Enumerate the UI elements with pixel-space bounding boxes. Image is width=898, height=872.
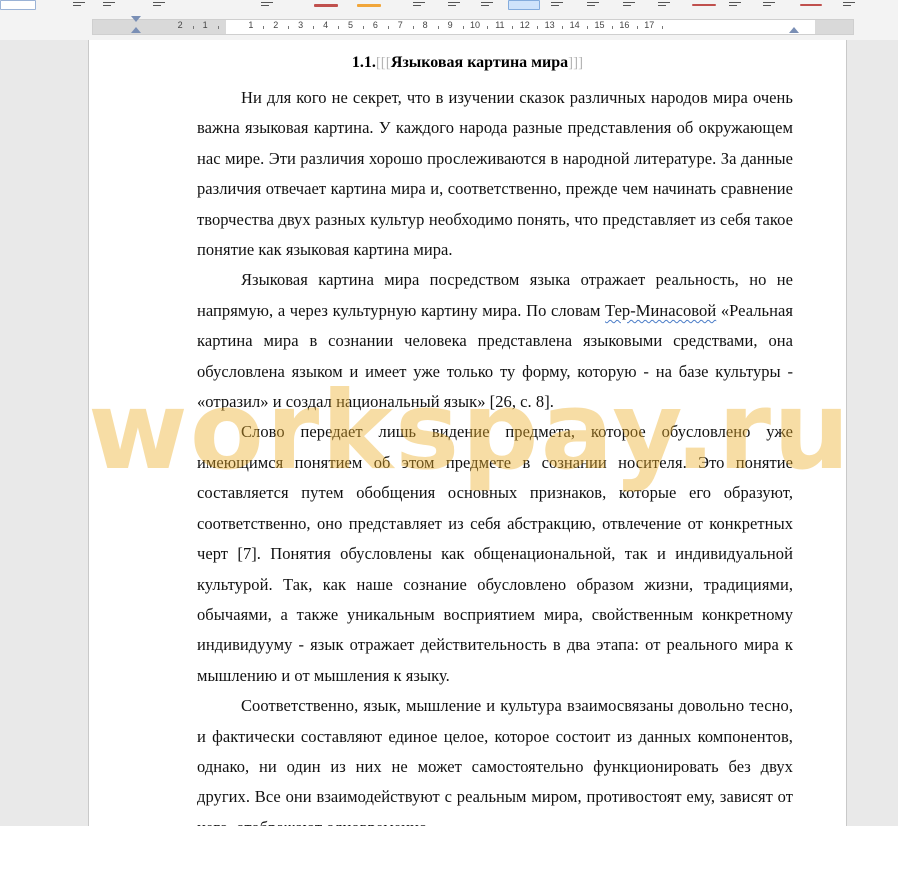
- ruler-tick: [412, 26, 414, 29]
- bullets-icon[interactable]: [584, 0, 602, 7]
- ruler-number: 4: [323, 20, 329, 30]
- toolbar: [0, 0, 898, 15]
- ruler-tick: [636, 26, 638, 29]
- ruler-tick: [313, 26, 315, 29]
- ruler-number: 17: [644, 20, 655, 30]
- ruler-tick: [263, 26, 265, 29]
- cut-icon[interactable]: [70, 0, 88, 7]
- ruler-tick: [661, 26, 663, 29]
- copy-icon[interactable]: [100, 0, 118, 7]
- paragraph: Соответственно, язык, мышление и культур…: [197, 691, 793, 830]
- numbering-icon[interactable]: [620, 0, 638, 7]
- paragraph-text: Соответственно, язык, мышление и культур…: [197, 696, 793, 830]
- ruler-tick: [611, 26, 613, 29]
- horizontal-ruler[interactable]: 2 1 1 2 3 4 5 6 7 8 9 10 11 12 13 14 15 16 17: [0, 14, 898, 40]
- style-color-icon[interactable]: [800, 4, 822, 6]
- ruler-number: 5: [347, 20, 354, 30]
- show-marks-icon[interactable]: [840, 0, 858, 7]
- ruler-number: 8: [422, 20, 428, 30]
- ruler-number: 1: [248, 20, 254, 30]
- border-color-icon[interactable]: [692, 4, 716, 6]
- spelling-error-word[interactable]: Тер-Минасовой: [605, 301, 716, 320]
- ruler-track: 2 1 1 2 3 4 5 6 7 8 9 10 11 12 13 14 15 16 17: [92, 19, 854, 35]
- indent-icon[interactable]: [655, 0, 673, 7]
- paragraph: Слово передает лишь видение предмета, ко…: [197, 417, 793, 691]
- ruler-tick: [537, 26, 539, 29]
- ruler-tick: [288, 26, 290, 29]
- ruler-tick: [487, 26, 489, 29]
- ruler-number: 12: [519, 20, 530, 30]
- borders-icon[interactable]: [726, 0, 744, 7]
- line-spacing-icon[interactable]: [548, 0, 566, 7]
- ruler-tick: [587, 26, 589, 29]
- heading-text: Языковая картина мира: [390, 54, 569, 71]
- paragraph: Ни для кого не секрет, что в изучении ск…: [197, 83, 793, 265]
- ruler-tick: [362, 26, 364, 29]
- ruler-tick: [462, 26, 464, 29]
- bookmark-bracket-open-icon: [[[: [375, 55, 391, 71]
- paragraph-text: Ни для кого не секрет, что в изучении ск…: [197, 88, 793, 260]
- paragraph-text: Слово передает лишь видение предмета, ко…: [197, 422, 793, 685]
- font-color-icon[interactable]: [357, 4, 381, 7]
- bottom-blank-area: [0, 826, 898, 872]
- ruler-number: 14: [569, 20, 580, 30]
- ruler-number: 2: [273, 20, 279, 30]
- ruler-number: 16: [619, 20, 630, 30]
- right-indent-marker[interactable]: [789, 27, 799, 33]
- format-painter-icon[interactable]: [258, 0, 276, 7]
- body-text[interactable]: Ни для кого не секрет, что в изучении ск…: [197, 83, 793, 830]
- ruler-tick: [512, 26, 514, 29]
- document-page[interactable]: 1.1.[[[Языковая картина мира]]] Ни для к…: [88, 40, 847, 830]
- ruler-number: 3: [298, 20, 304, 30]
- ruler-number: 7: [397, 20, 403, 30]
- toolbar-button-a[interactable]: [0, 0, 36, 10]
- align-left-icon[interactable]: [410, 0, 428, 7]
- ruler-number: 6: [372, 20, 378, 30]
- ruler-number: 2: [177, 20, 183, 30]
- shading-icon[interactable]: [760, 0, 778, 7]
- section-heading: 1.1.[[[Языковая картина мира]]]: [143, 52, 792, 74]
- ruler-right-margin: [815, 20, 853, 34]
- ruler-number: 9: [447, 20, 453, 30]
- ruler-number: 15: [594, 20, 605, 30]
- paragraph: Языковая картина мира посредством языка …: [197, 265, 793, 417]
- ruler-tick: [562, 26, 564, 29]
- ruler-tick: [217, 26, 219, 29]
- ruler-number: 11: [495, 20, 505, 30]
- text-highlight-color-icon[interactable]: [314, 4, 338, 7]
- hanging-indent-marker[interactable]: [131, 27, 141, 33]
- first-line-indent-marker[interactable]: [131, 16, 141, 22]
- ruler-tick: [192, 26, 194, 29]
- ruler-number: 10: [469, 20, 481, 30]
- undo-icon[interactable]: [150, 0, 168, 7]
- justify-button[interactable]: [508, 0, 540, 10]
- ruler-tick: [387, 26, 389, 29]
- ruler-tick: [437, 26, 439, 29]
- align-right-icon[interactable]: [478, 0, 496, 7]
- heading-number: 1.1.: [351, 54, 376, 71]
- ruler-number: 13: [544, 20, 555, 30]
- align-center-icon[interactable]: [445, 0, 463, 7]
- bookmark-bracket-close-icon: ]]]: [568, 55, 584, 71]
- ruler-tick: [338, 26, 340, 29]
- ruler-number: 1: [202, 20, 208, 30]
